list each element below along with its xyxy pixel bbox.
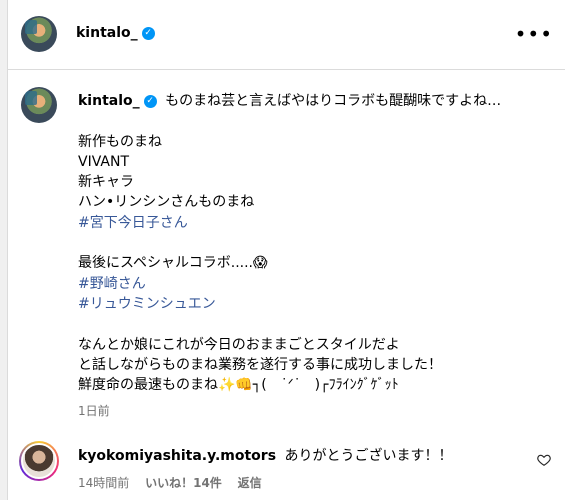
comment-likes[interactable]: いいね！14件 bbox=[145, 476, 222, 490]
comment: kyokomiyashita.y.motors ありがとうございます！！ bbox=[78, 445, 453, 465]
comment-body: ありがとうございます！！ bbox=[284, 448, 453, 464]
caption-line: 新キャラ bbox=[78, 174, 134, 191]
caption-first-line: kintalo_ ✓ ものまね芸と言えばやはりコラボも醍醐味ですよね… bbox=[78, 91, 548, 111]
background-panel-edge bbox=[0, 0, 8, 500]
verified-badge-icon: ✓ bbox=[141, 26, 155, 40]
hashtag-link[interactable]: #野崎さん bbox=[78, 274, 548, 294]
post-header: kintalo_ ✓ ••• bbox=[8, 0, 565, 70]
caption-line: 新作ものまね bbox=[78, 133, 162, 150]
hashtag-link[interactable]: #宮下今日子さん bbox=[78, 213, 548, 233]
post-caption: kintalo_ ✓ ものまね芸と言えばやはりコラボも醍醐味ですよね… 新作ものま… bbox=[78, 91, 548, 395]
heart-outline-icon[interactable] bbox=[537, 453, 551, 467]
caption-username[interactable]: kintalo_ ✓ bbox=[78, 93, 157, 109]
comment-meta: 14時間前 いいね！14件 返信 bbox=[78, 474, 274, 491]
caption-line: VIVANT bbox=[78, 153, 129, 170]
post-timestamp[interactable]: 1日前 bbox=[78, 402, 110, 419]
header-username-text[interactable]: kintalo_ bbox=[76, 25, 138, 41]
hashtag-link[interactable]: #リュウミンシュエン bbox=[78, 294, 548, 314]
caption-line: ハン•リンシンさんものまね bbox=[78, 194, 255, 211]
comment-time[interactable]: 14時間前 bbox=[78, 476, 129, 490]
author-avatar[interactable] bbox=[21, 16, 57, 52]
author-username-header[interactable]: kintalo_ ✓ bbox=[76, 25, 155, 41]
reply-button[interactable]: 返信 bbox=[238, 476, 262, 490]
more-options-icon[interactable]: ••• bbox=[515, 22, 553, 46]
commenter-avatar-image bbox=[21, 443, 57, 479]
caption-line: 鮮度命の最速ものまね✨👊┐( ˙ᐟ˙ )┌ﾌﾗｲﾝｸﾞｹﾞｯﾄ bbox=[78, 377, 399, 394]
caption-line: 最後にスペシャルコラボ.....😱 bbox=[78, 255, 268, 272]
caption-line: と話しながらものまね業務を遂行する事に成功しました！ bbox=[78, 356, 442, 373]
commenter-avatar[interactable] bbox=[19, 441, 59, 481]
caption-line: なんとか娘にこれが今日のおままごとスタイルだよ bbox=[78, 336, 400, 353]
verified-badge-icon: ✓ bbox=[143, 94, 157, 108]
caption-author-avatar[interactable] bbox=[21, 87, 57, 123]
commenter-username[interactable]: kyokomiyashita.y.motors bbox=[78, 448, 276, 464]
caption-first-text: ものまね芸と言えばやはりコラボも醍醐味ですよね… bbox=[165, 93, 502, 109]
